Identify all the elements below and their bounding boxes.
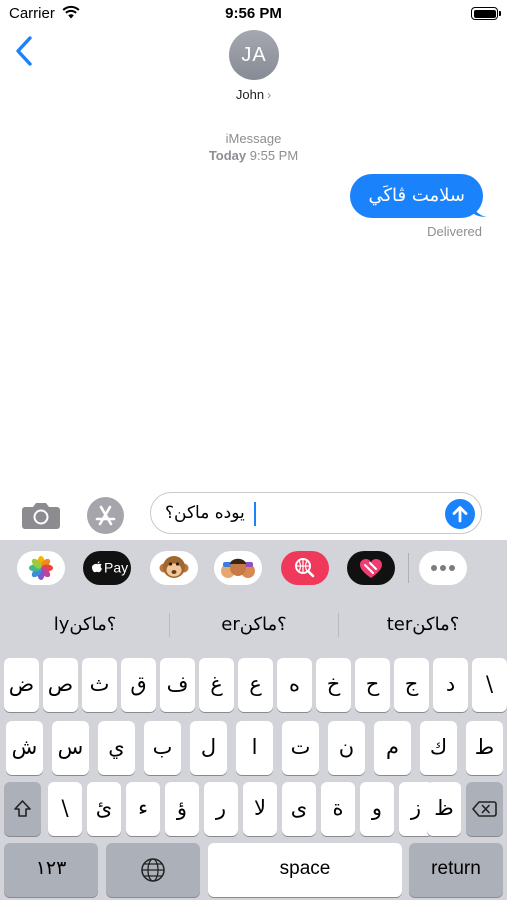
- heart-icon: [360, 559, 382, 578]
- memoji-icon: [221, 558, 255, 578]
- status-bar: Carrier 9:56 PM: [0, 0, 507, 28]
- battery-level: [473, 9, 496, 18]
- status-time: 9:56 PM: [225, 5, 282, 22]
- globe-icon: [141, 858, 165, 882]
- bubble-tail: [473, 200, 487, 217]
- memoji-stickers-app-icon[interactable]: [214, 551, 262, 585]
- key-zah-visible[interactable]: ظ: [427, 782, 461, 836]
- monkey-icon: [159, 556, 189, 578]
- key-qaf[interactable]: ق: [121, 658, 156, 712]
- outgoing-message-bubble[interactable]: سلامت ڨاكَي: [350, 174, 483, 218]
- digital-touch-app-icon[interactable]: [347, 551, 395, 585]
- image-search-app-icon[interactable]: [281, 551, 329, 585]
- key-seen[interactable]: س: [52, 721, 89, 775]
- contact-name-button[interactable]: John ›: [0, 87, 507, 102]
- app-store-icon: [95, 505, 116, 526]
- key-lam-alef[interactable]: لا: [243, 782, 277, 836]
- globe-key[interactable]: [106, 843, 200, 897]
- suggestion-1[interactable]: ly؟ماكن: [1, 605, 169, 645]
- apple-pay-app-icon[interactable]: Pay: [83, 551, 131, 585]
- photos-icon: [29, 556, 53, 580]
- numbers-key[interactable]: ١٢٣: [4, 843, 98, 897]
- key-sheen[interactable]: ش: [6, 721, 43, 775]
- text-cursor: [254, 502, 256, 526]
- key-khah[interactable]: خ: [316, 658, 351, 712]
- photos-app-icon[interactable]: [17, 551, 65, 585]
- key-meem[interactable]: م: [374, 721, 411, 775]
- message-input-text: يوده ماكن؟: [165, 503, 245, 523]
- timestamp-time: 9:55 PM: [249, 148, 299, 163]
- key-heh[interactable]: ه: [277, 658, 312, 712]
- key-yeh[interactable]: ي: [98, 721, 135, 775]
- camera-icon[interactable]: [21, 500, 61, 530]
- key-hah[interactable]: ح: [355, 658, 390, 712]
- key-waw-hamza[interactable]: ؤ: [165, 782, 199, 836]
- contact-avatar[interactable]: JA: [229, 30, 279, 80]
- key-backslash[interactable]: \: [472, 658, 507, 712]
- arrow-up-icon: [452, 506, 468, 523]
- shift-key[interactable]: [4, 782, 41, 836]
- timestamp-day: Today: [208, 148, 247, 163]
- key-alef[interactable]: ا: [236, 721, 273, 775]
- key-dal[interactable]: د: [433, 658, 468, 712]
- apple-pay-label: Pay: [104, 560, 128, 576]
- globe-search-icon: [295, 558, 315, 578]
- key-backslash-2[interactable]: \: [48, 782, 82, 836]
- monkey-memoji-app-icon[interactable]: [150, 551, 198, 585]
- key-teh-marbuta[interactable]: ة: [321, 782, 355, 836]
- key-teh[interactable]: ت: [282, 721, 319, 775]
- key-yeh-hamza[interactable]: ئ: [87, 782, 121, 836]
- ellipsis-icon: [431, 565, 455, 571]
- key-ghain[interactable]: غ: [199, 658, 234, 712]
- app-store-button[interactable]: [87, 497, 124, 534]
- key-alef-maksura[interactable]: ى: [282, 782, 316, 836]
- contact-name: John: [235, 87, 265, 102]
- key-zah-label: ظ: [434, 796, 454, 820]
- apple-logo-icon: Pay: [91, 560, 128, 576]
- key-kaf[interactable]: ك: [420, 721, 457, 775]
- key-waw[interactable]: و: [360, 782, 394, 836]
- key-sad[interactable]: ص: [43, 658, 78, 712]
- key-ain[interactable]: ع: [238, 658, 273, 712]
- key-jeem[interactable]: ج: [394, 658, 429, 712]
- space-key[interactable]: space: [208, 843, 402, 897]
- key-beh[interactable]: ب: [144, 721, 181, 775]
- key-theh[interactable]: ث: [82, 658, 117, 712]
- delete-key[interactable]: [466, 782, 503, 836]
- key-tah[interactable]: ط: [466, 721, 503, 775]
- key-reh[interactable]: ر: [204, 782, 238, 836]
- key-feh[interactable]: ف: [160, 658, 195, 712]
- delivery-status: Delivered: [427, 224, 482, 239]
- key-lam[interactable]: ل: [190, 721, 227, 775]
- battery-icon: [471, 7, 501, 20]
- back-chevron-icon[interactable]: [12, 34, 36, 68]
- more-apps-button[interactable]: [419, 551, 467, 585]
- backspace-icon: [472, 801, 497, 817]
- chevron-right-icon: ›: [267, 88, 272, 102]
- app-drawer-divider: [408, 553, 409, 583]
- suggestion-3[interactable]: ter؟ماكن: [339, 605, 507, 645]
- return-key[interactable]: return: [409, 843, 503, 897]
- suggestion-2[interactable]: er؟ماكن: [170, 605, 338, 645]
- send-button[interactable]: [445, 499, 475, 529]
- shift-icon: [14, 800, 31, 817]
- key-noon[interactable]: ن: [328, 721, 365, 775]
- service-label: iMessage: [225, 131, 282, 146]
- message-timestamp: Today 9:55 PM: [0, 148, 507, 163]
- key-hamza[interactable]: ء: [126, 782, 160, 836]
- key-dad[interactable]: ض: [4, 658, 39, 712]
- message-input[interactable]: يوده ماكن؟: [150, 492, 482, 534]
